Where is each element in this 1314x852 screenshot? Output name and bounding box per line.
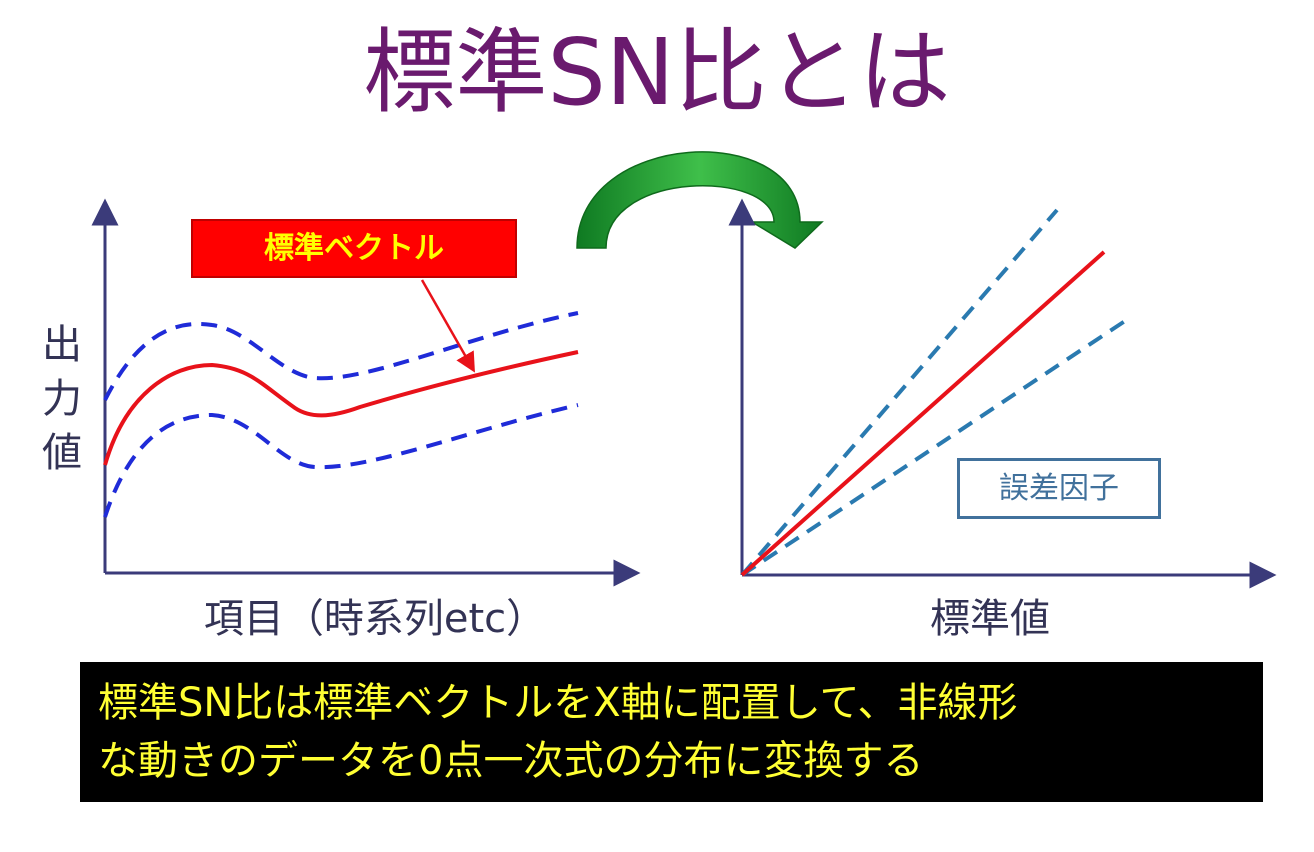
y-label-char: 力 (42, 376, 82, 422)
left-upper-dashed-band (103, 311, 579, 401)
callout-pointer-arrow (420, 279, 475, 373)
left-lower-dashed-band (103, 403, 579, 518)
right-upper-dashed-bound (740, 208, 1059, 577)
y-label-char: 出 (42, 322, 82, 368)
caption-line-2: な動きのデータを0点一次式の分布に変換する (98, 738, 924, 784)
left-y-axis-label: 出 力 値 (34, 318, 90, 480)
caption-line-1: 標準SN比は標準ベクトルをX軸に配置して、非線形 (98, 680, 1018, 726)
y-label-char: 値 (42, 430, 82, 476)
right-lower-dashed-bound (740, 317, 1130, 577)
error-factor-box: 誤差因子 (957, 458, 1161, 519)
left-standard-vector-line (103, 350, 579, 466)
caption-box: 標準SN比は標準ベクトルをX軸に配置して、非線形 な動きのデータを0点一次式の分… (80, 662, 1263, 802)
right-x-axis-label: 標準値 (930, 596, 1050, 642)
left-x-axis-label: 項目（時系列etc） (203, 596, 547, 642)
standard-vector-callout: 標準ベクトル (191, 219, 517, 278)
transform-arrow (576, 151, 824, 249)
right-standard-line (740, 250, 1106, 577)
